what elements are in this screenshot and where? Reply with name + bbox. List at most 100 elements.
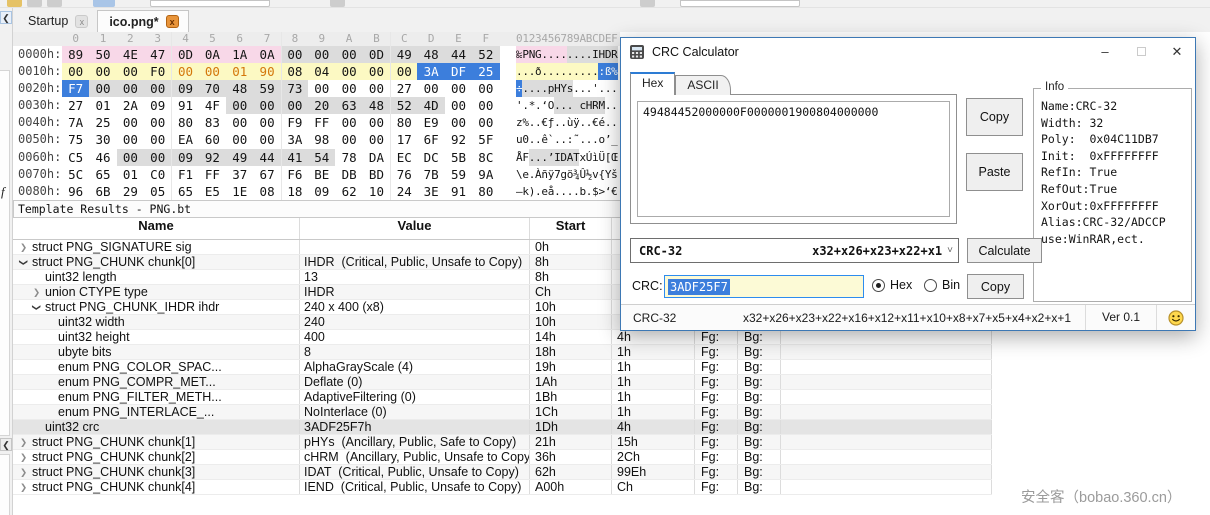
cell-bg-color[interactable]: Bg: — [738, 480, 781, 494]
cell-fg-color[interactable]: Fg: — [695, 435, 738, 449]
cell-start[interactable]: 18h — [530, 345, 612, 359]
hex-byte[interactable]: 00 — [226, 114, 253, 131]
cell-start[interactable]: 8h — [530, 270, 612, 284]
hex-byte[interactable]: 83 — [199, 114, 226, 131]
hex-byte[interactable]: 29 — [117, 183, 144, 200]
hex-byte[interactable]: 08 — [253, 183, 280, 200]
cell-size[interactable]: 1h — [612, 405, 695, 419]
hex-byte[interactable]: 00 — [417, 80, 444, 97]
cell-name[interactable]: ubyte bits — [13, 345, 300, 359]
collapsed-panel-edge[interactable] — [0, 454, 10, 515]
cell-name[interactable]: enum PNG_INTERLACE_... — [13, 405, 300, 419]
cell-fg-color[interactable]: Fg: — [695, 390, 738, 404]
hex-byte[interactable]: 5F — [472, 131, 499, 148]
cell-fg-color[interactable]: Fg: — [695, 405, 738, 419]
column-header-start[interactable]: Start — [530, 218, 612, 239]
tree-collapse-icon[interactable]: ❯ — [16, 259, 31, 266]
hex-byte[interactable]: 63 — [335, 97, 362, 114]
hex-byte[interactable]: 48 — [417, 46, 444, 63]
cell-value[interactable]: IEND (Critical, Public, Unsafe to Copy) — [300, 480, 530, 494]
cell-bg-color[interactable]: Bg: — [738, 435, 781, 449]
hex-byte[interactable]: 46 — [89, 149, 116, 166]
dialog-titlebar[interactable]: CRC Calculator – ✕ — [621, 38, 1195, 65]
hex-byte[interactable]: 7A — [62, 114, 89, 131]
calculate-button[interactable]: Calculate — [967, 238, 1042, 263]
hex-byte[interactable]: 00 — [144, 131, 171, 148]
cell-filler[interactable] — [781, 435, 992, 449]
cell-name[interactable]: ❯struct PNG_CHUNK chunk[1] — [13, 435, 300, 449]
hex-byte[interactable]: 50 — [89, 46, 116, 63]
hex-byte[interactable]: 00 — [335, 114, 362, 131]
ascii-char[interactable]: _ — [611, 131, 617, 148]
hex-byte[interactable]: 30 — [89, 131, 116, 148]
cell-size[interactable]: 15h — [612, 435, 695, 449]
table-row[interactable]: uint32 crc3ADF25F7h1Dh4hFg:Bg: — [13, 420, 992, 435]
cell-size[interactable]: Ch — [612, 480, 695, 494]
hex-byte[interactable]: 49 — [390, 46, 417, 63]
panel-collapse-button[interactable]: ❮ — [0, 11, 12, 24]
hex-byte[interactable]: 27 — [62, 97, 89, 114]
hex-byte[interactable]: 80 — [171, 114, 198, 131]
cell-bg-color[interactable]: Bg: — [738, 465, 781, 479]
hex-byte[interactable]: 4E — [117, 46, 144, 63]
hex-byte[interactable]: 96 — [62, 183, 89, 200]
hex-byte[interactable]: 00 — [363, 80, 390, 97]
hex-byte[interactable]: 4D — [417, 97, 444, 114]
ascii-char[interactable]: . — [611, 114, 617, 131]
hex-byte[interactable]: 90 — [253, 63, 280, 80]
hex-byte[interactable]: DC — [417, 149, 444, 166]
hex-byte[interactable]: 00 — [117, 63, 144, 80]
cell-value[interactable]: Deflate (0) — [300, 375, 530, 389]
toolbar-icon-stub[interactable] — [7, 0, 22, 7]
hex-byte[interactable]: 3A — [281, 131, 308, 148]
cell-bg-color[interactable]: Bg: — [738, 420, 781, 434]
cell-start[interactable]: 62h — [530, 465, 612, 479]
hex-byte[interactable]: 92 — [199, 149, 226, 166]
tree-expand-icon[interactable]: ❯ — [20, 465, 27, 479]
hex-byte[interactable]: 5B — [445, 149, 472, 166]
cell-value[interactable]: IDAT (Critical, Public, Unsafe to Copy) — [300, 465, 530, 479]
tree-expand-icon[interactable]: ❯ — [33, 285, 40, 299]
hex-row[interactable]: 0000h:89504E470D0A1A0A0000000D49484452‰P… — [13, 46, 620, 63]
cell-start[interactable]: 36h — [530, 450, 612, 464]
radio-bin[interactable]: Bin — [924, 278, 960, 292]
cell-name[interactable]: uint32 crc — [13, 420, 300, 434]
hex-byte[interactable]: C0 — [144, 166, 171, 183]
hex-byte[interactable]: 0D — [363, 46, 390, 63]
hex-byte[interactable]: 47 — [144, 46, 171, 63]
tab-hex[interactable]: Hex — [630, 72, 675, 95]
hex-byte[interactable]: 00 — [226, 97, 253, 114]
hex-byte[interactable]: 01 — [89, 97, 116, 114]
hex-byte[interactable]: BE — [308, 166, 335, 183]
hex-byte[interactable]: 6F — [417, 131, 444, 148]
cell-name[interactable]: enum PNG_FILTER_METH... — [13, 390, 300, 404]
cell-bg-color[interactable]: Bg: — [738, 405, 781, 419]
cell-value[interactable]: cHRM (Ancillary, Public, Unsafe to Copy) — [300, 450, 530, 464]
hex-row[interactable]: 0060h:C546000009924944415478DAECDC5B8CÅF… — [13, 149, 620, 166]
cell-name[interactable]: ❯struct PNG_CHUNK chunk[0] — [13, 255, 300, 269]
cell-value[interactable]: 13 — [300, 270, 530, 284]
hex-byte[interactable]: 00 — [199, 63, 226, 80]
hex-byte[interactable]: F6 — [281, 166, 308, 183]
table-row[interactable]: ❯struct PNG_CHUNK chunk[2]cHRM (Ancillar… — [13, 450, 992, 465]
hex-byte[interactable]: 00 — [335, 131, 362, 148]
cell-bg-color[interactable]: Bg: — [738, 345, 781, 359]
cell-bg-color[interactable]: Bg: — [738, 360, 781, 374]
hex-byte[interactable]: 70 — [199, 80, 226, 97]
hex-byte[interactable]: 59 — [253, 80, 280, 97]
cell-start[interactable]: 19h — [530, 360, 612, 374]
cell-name[interactable]: enum PNG_COMPR_MET... — [13, 375, 300, 389]
ascii-char[interactable]: € — [611, 183, 617, 200]
hex-byte[interactable]: 00 — [144, 114, 171, 131]
cell-value[interactable]: AlphaGrayScale (4) — [300, 360, 530, 374]
toolbar-field-stub[interactable] — [150, 0, 270, 7]
cell-start[interactable]: 1Bh — [530, 390, 612, 404]
cell-fg-color[interactable]: Fg: — [695, 375, 738, 389]
hex-byte[interactable]: 09 — [171, 80, 198, 97]
hex-byte[interactable]: 91 — [171, 97, 198, 114]
cell-size[interactable]: 99Eh — [612, 465, 695, 479]
hex-byte[interactable]: F7 — [62, 80, 89, 97]
hex-byte[interactable]: 00 — [308, 80, 335, 97]
hex-byte[interactable]: 8C — [472, 149, 499, 166]
tree-expand-icon[interactable]: ❯ — [20, 450, 27, 464]
